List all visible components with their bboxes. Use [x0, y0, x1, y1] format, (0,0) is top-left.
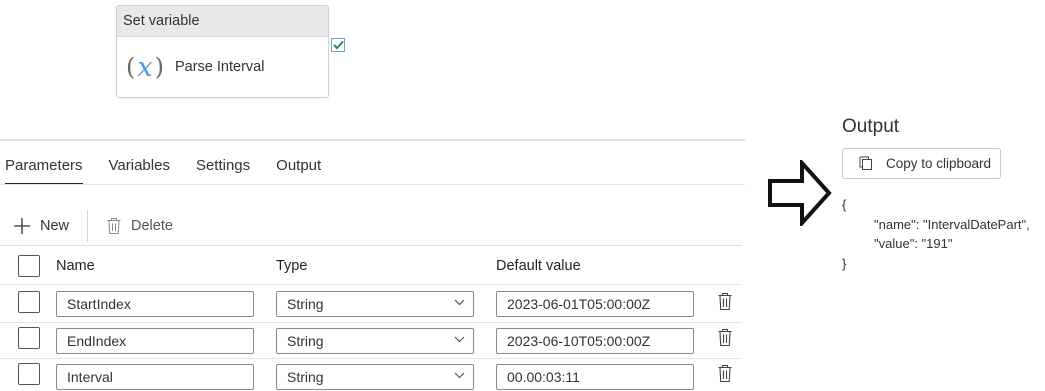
chevron-down-icon — [454, 372, 465, 379]
row-checkbox[interactable] — [18, 327, 40, 349]
copy-to-clipboard-button[interactable]: Copy to clipboard — [842, 148, 1001, 179]
chevron-down-icon — [454, 299, 465, 306]
delete-button-label: Delete — [131, 218, 173, 234]
table-row: StartIndex String 2023-06-01T05:00:00Z — [0, 287, 742, 323]
tab-parameters[interactable]: Parameters — [5, 157, 83, 185]
column-header-name: Name — [56, 258, 95, 274]
toolbar-divider — [0, 245, 742, 246]
tab-output[interactable]: Output — [276, 157, 321, 185]
parameter-default-value-input[interactable]: 2023-06-10T05:00:00Z — [496, 328, 694, 354]
variable-x-icon: (x) — [126, 51, 164, 83]
parameter-name-input[interactable]: StartIndex — [56, 291, 254, 317]
delete-row-trash-icon[interactable] — [717, 292, 733, 311]
arrow-right-icon — [768, 160, 832, 226]
output-title: Output — [842, 116, 900, 137]
parameter-type-select[interactable]: String — [276, 328, 474, 354]
tab-variables[interactable]: Variables — [109, 157, 170, 185]
tabs-divider — [0, 184, 745, 185]
select-all-checkbox[interactable] — [18, 255, 40, 277]
activity-body: (x) Parse Interval — [117, 37, 328, 97]
json-open-brace: { — [842, 197, 847, 212]
output-json: { "name": "IntervalDatePart", "value": "… — [842, 195, 1030, 273]
copy-icon — [858, 156, 873, 172]
chevron-down-icon — [454, 336, 465, 343]
row-checkbox[interactable] — [18, 363, 40, 385]
parameters-toolbar: New Delete — [13, 210, 173, 242]
table-row: Interval String 00.00:03:11 — [0, 359, 742, 391]
delete-button[interactable]: Delete — [106, 217, 173, 235]
copy-button-label: Copy to clipboard — [886, 156, 992, 171]
parameter-name-input[interactable]: Interval — [56, 364, 254, 390]
parameter-type-value: String — [287, 369, 324, 385]
row-checkbox[interactable] — [18, 291, 40, 313]
new-button-label: New — [40, 218, 70, 234]
activity-tabs: Parameters Variables Settings Output — [5, 157, 347, 185]
parameter-type-select[interactable]: String — [276, 291, 474, 317]
parameters-table-header: Name Type Default value — [0, 253, 742, 280]
json-line-value: "value": "191" — [874, 236, 953, 251]
parameter-type-value: String — [287, 333, 324, 349]
row-divider — [0, 284, 742, 285]
parameter-default-value-input[interactable]: 00.00:03:11 — [496, 364, 694, 390]
parameter-type-select[interactable]: String — [276, 364, 474, 390]
delete-row-trash-icon[interactable] — [717, 328, 733, 347]
parameter-type-value: String — [287, 296, 324, 312]
set-variable-activity-card[interactable]: Set variable (x) Parse Interval — [116, 5, 329, 98]
plus-icon — [13, 217, 31, 235]
tab-settings[interactable]: Settings — [196, 157, 250, 185]
column-header-type: Type — [276, 258, 308, 274]
json-line-name: "name": "IntervalDatePart", — [874, 216, 1030, 232]
parameter-default-value-input[interactable]: 2023-06-01T05:00:00Z — [496, 291, 694, 317]
parameter-name-input[interactable]: EndIndex — [56, 328, 254, 354]
activity-name: Parse Interval — [174, 59, 265, 75]
column-header-default-value: Default value — [496, 258, 581, 274]
panel-divider — [0, 139, 745, 141]
toolbar-separator — [87, 210, 89, 242]
trash-icon — [106, 217, 122, 235]
new-button[interactable]: New — [13, 217, 69, 235]
delete-row-trash-icon[interactable] — [717, 364, 733, 383]
table-row: EndIndex String 2023-06-10T05:00:00Z — [0, 323, 742, 359]
json-close-brace: } — [842, 255, 847, 271]
succeeded-check-icon — [331, 38, 345, 52]
activity-type-header: Set variable — [117, 6, 328, 37]
